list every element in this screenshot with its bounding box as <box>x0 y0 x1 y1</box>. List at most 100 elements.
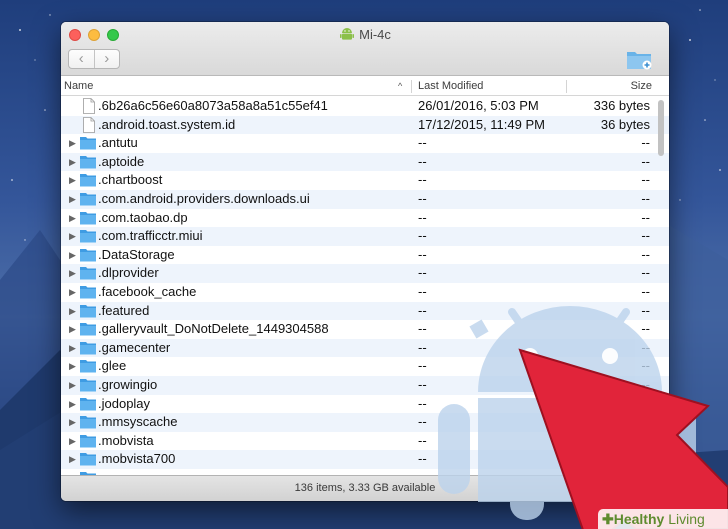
file-name: .facebook_cache <box>98 283 197 299</box>
folder-icon <box>80 378 96 392</box>
folder-icon <box>80 434 96 448</box>
column-divider[interactable] <box>411 80 412 93</box>
file-modified: -- <box>418 321 427 337</box>
file-name: .growingio <box>98 376 158 392</box>
file-modified: -- <box>418 190 427 206</box>
file-name: .glee <box>98 358 127 374</box>
disclosure-triangle-icon[interactable]: ▶ <box>69 209 76 228</box>
disclosure-triangle-icon[interactable]: ▶ <box>69 432 76 451</box>
folder-icon <box>80 304 96 318</box>
disclosure-triangle-icon[interactable]: ▶ <box>69 450 76 469</box>
window-title-text: Mi-4c <box>359 27 391 42</box>
disclosure-triangle-icon[interactable]: ▶ <box>69 190 76 209</box>
file-row[interactable]: ▶ .com.trafficctr.miui -- -- <box>61 227 669 246</box>
file-name: .com.taobao.dp <box>98 209 188 225</box>
file-row[interactable]: ▶ .glee -- -- <box>61 357 669 376</box>
file-modified: -- <box>418 135 427 151</box>
file-row[interactable]: ▶ .mobvista -- -- <box>61 432 669 451</box>
file-modified: -- <box>418 358 427 374</box>
last-modified-column-header[interactable]: Last Modified <box>418 77 566 96</box>
file-row[interactable]: ▶ .com.android.providers.downloads.ui -- -- <box>61 189 669 209</box>
file-row[interactable]: ▶ .mmsyscache -- -- <box>61 413 669 432</box>
file-row[interactable]: ▶ .featured -- -- <box>61 301 669 321</box>
file-browser-window: Mi-4c ‹ › Name ^ Last Modified Size .6b2… <box>61 22 669 501</box>
file-size: -- <box>641 358 650 374</box>
file-size: -- <box>641 283 650 299</box>
file-row[interactable]: ▶ .gamecenter -- -- <box>61 338 669 358</box>
file-row[interactable]: ▶ .mobvista700 -- -- <box>61 450 669 469</box>
watermark-text-healthy: Healthy <box>613 511 665 527</box>
file-row[interactable]: ▶ .DataStorage -- -- <box>61 246 669 265</box>
watermark-logo: ✚Healthy Living <box>598 509 728 529</box>
disclosure-triangle-icon[interactable]: ▶ <box>69 171 76 190</box>
file-row[interactable]: ▶ .facebook_cache -- -- <box>61 283 669 302</box>
file-size: -- <box>641 451 650 467</box>
file-row[interactable]: ▶ .galleryvault_DoNotDelete_1449304588 -- -… <box>61 320 669 339</box>
new-folder-icon[interactable] <box>625 47 653 71</box>
folder-icon <box>80 360 96 373</box>
back-button[interactable]: ‹ <box>69 50 94 68</box>
file-row[interactable]: ▶ .com.taobao.dp -- -- <box>61 209 669 228</box>
disclosure-triangle-icon[interactable]: ▶ <box>69 246 76 265</box>
file-name: .galleryvault_DoNotDelete_1449304588 <box>98 321 329 337</box>
disclosure-triangle-icon[interactable]: ▶ <box>69 283 76 302</box>
disclosure-triangle-icon[interactable]: ▶ <box>69 413 76 432</box>
file-name: .chartboost <box>98 172 163 188</box>
watermark-text-living: Living <box>668 511 705 527</box>
file-modified: -- <box>418 451 427 467</box>
file-name: .DataStorage <box>98 246 175 262</box>
file-name: .android.toast.system.id <box>98 116 236 132</box>
disclosure-triangle-icon[interactable]: ▶ <box>69 227 76 246</box>
forward-button[interactable]: › <box>93 50 120 68</box>
disclosure-triangle-icon[interactable]: ▶ <box>69 395 76 414</box>
folder-icon <box>80 174 96 187</box>
folder-icon <box>80 341 96 355</box>
file-size: -- <box>641 432 650 448</box>
disclosure-triangle-icon[interactable]: ▶ <box>69 264 76 283</box>
size-column-header[interactable]: Size <box>573 77 652 96</box>
disclosure-triangle-icon[interactable]: ▶ <box>69 302 76 321</box>
disclosure-triangle-icon[interactable]: ▶ <box>69 339 76 358</box>
disclosure-triangle-icon[interactable]: ▶ <box>69 320 76 339</box>
folder-icon <box>80 397 96 410</box>
file-row[interactable]: ▶ .dlprovider -- -- <box>61 264 669 283</box>
file-row[interactable]: ▶ .antutu -- -- <box>61 134 669 153</box>
file-name: .aptoide <box>98 153 145 169</box>
file-size: -- <box>641 172 650 188</box>
folder-icon <box>80 453 96 466</box>
column-divider[interactable] <box>566 80 567 93</box>
column-header: Name ^ Last Modified Size <box>61 77 669 96</box>
file-row[interactable]: ▶ .growingio -- -- <box>61 375 669 395</box>
file-modified: -- <box>418 395 427 411</box>
file-size: -- <box>641 153 650 169</box>
android-icon <box>340 28 355 40</box>
disclosure-triangle-icon[interactable]: ▶ <box>69 153 76 172</box>
sort-ascending-icon[interactable]: ^ <box>398 77 402 96</box>
file-modified: -- <box>418 302 427 318</box>
file-name: .jodoplay <box>98 395 151 411</box>
window-title: Mi-4c <box>61 26 669 44</box>
file-row[interactable]: .6b26a6c56e60a8073a58a8a51c55ef41 26/01/2… <box>61 97 669 116</box>
document-icon <box>83 98 95 114</box>
file-modified: -- <box>418 228 427 244</box>
vertical-scrollbar[interactable] <box>658 100 664 156</box>
folder-icon <box>80 192 96 206</box>
navigation-buttons: ‹ › <box>68 49 120 69</box>
file-row[interactable]: ▶ .jodoplay -- -- <box>61 395 669 414</box>
file-name: .6b26a6c56e60a8073a58a8a51c55ef41 <box>98 98 328 113</box>
file-modified: -- <box>418 339 427 355</box>
file-modified: -- <box>418 283 427 299</box>
file-size: -- <box>641 190 650 206</box>
file-row[interactable]: ▶ .chartboost -- -- <box>61 171 669 190</box>
folder-icon <box>80 248 96 262</box>
file-row[interactable]: .android.toast.system.id 17/12/2015, 11:4… <box>61 115 669 135</box>
disclosure-triangle-icon[interactable]: ▶ <box>69 376 76 395</box>
file-name: .com.trafficctr.miui <box>98 228 203 244</box>
name-column-header[interactable]: Name <box>64 77 399 96</box>
file-size: -- <box>641 135 650 151</box>
disclosure-triangle-icon[interactable]: ▶ <box>69 357 76 376</box>
file-row[interactable]: ▶ .aptoide -- -- <box>61 152 669 172</box>
status-bar: 136 items, 3.33 GB available <box>61 475 669 501</box>
disclosure-triangle-icon[interactable]: ▶ <box>69 134 76 153</box>
file-size: -- <box>641 209 650 225</box>
